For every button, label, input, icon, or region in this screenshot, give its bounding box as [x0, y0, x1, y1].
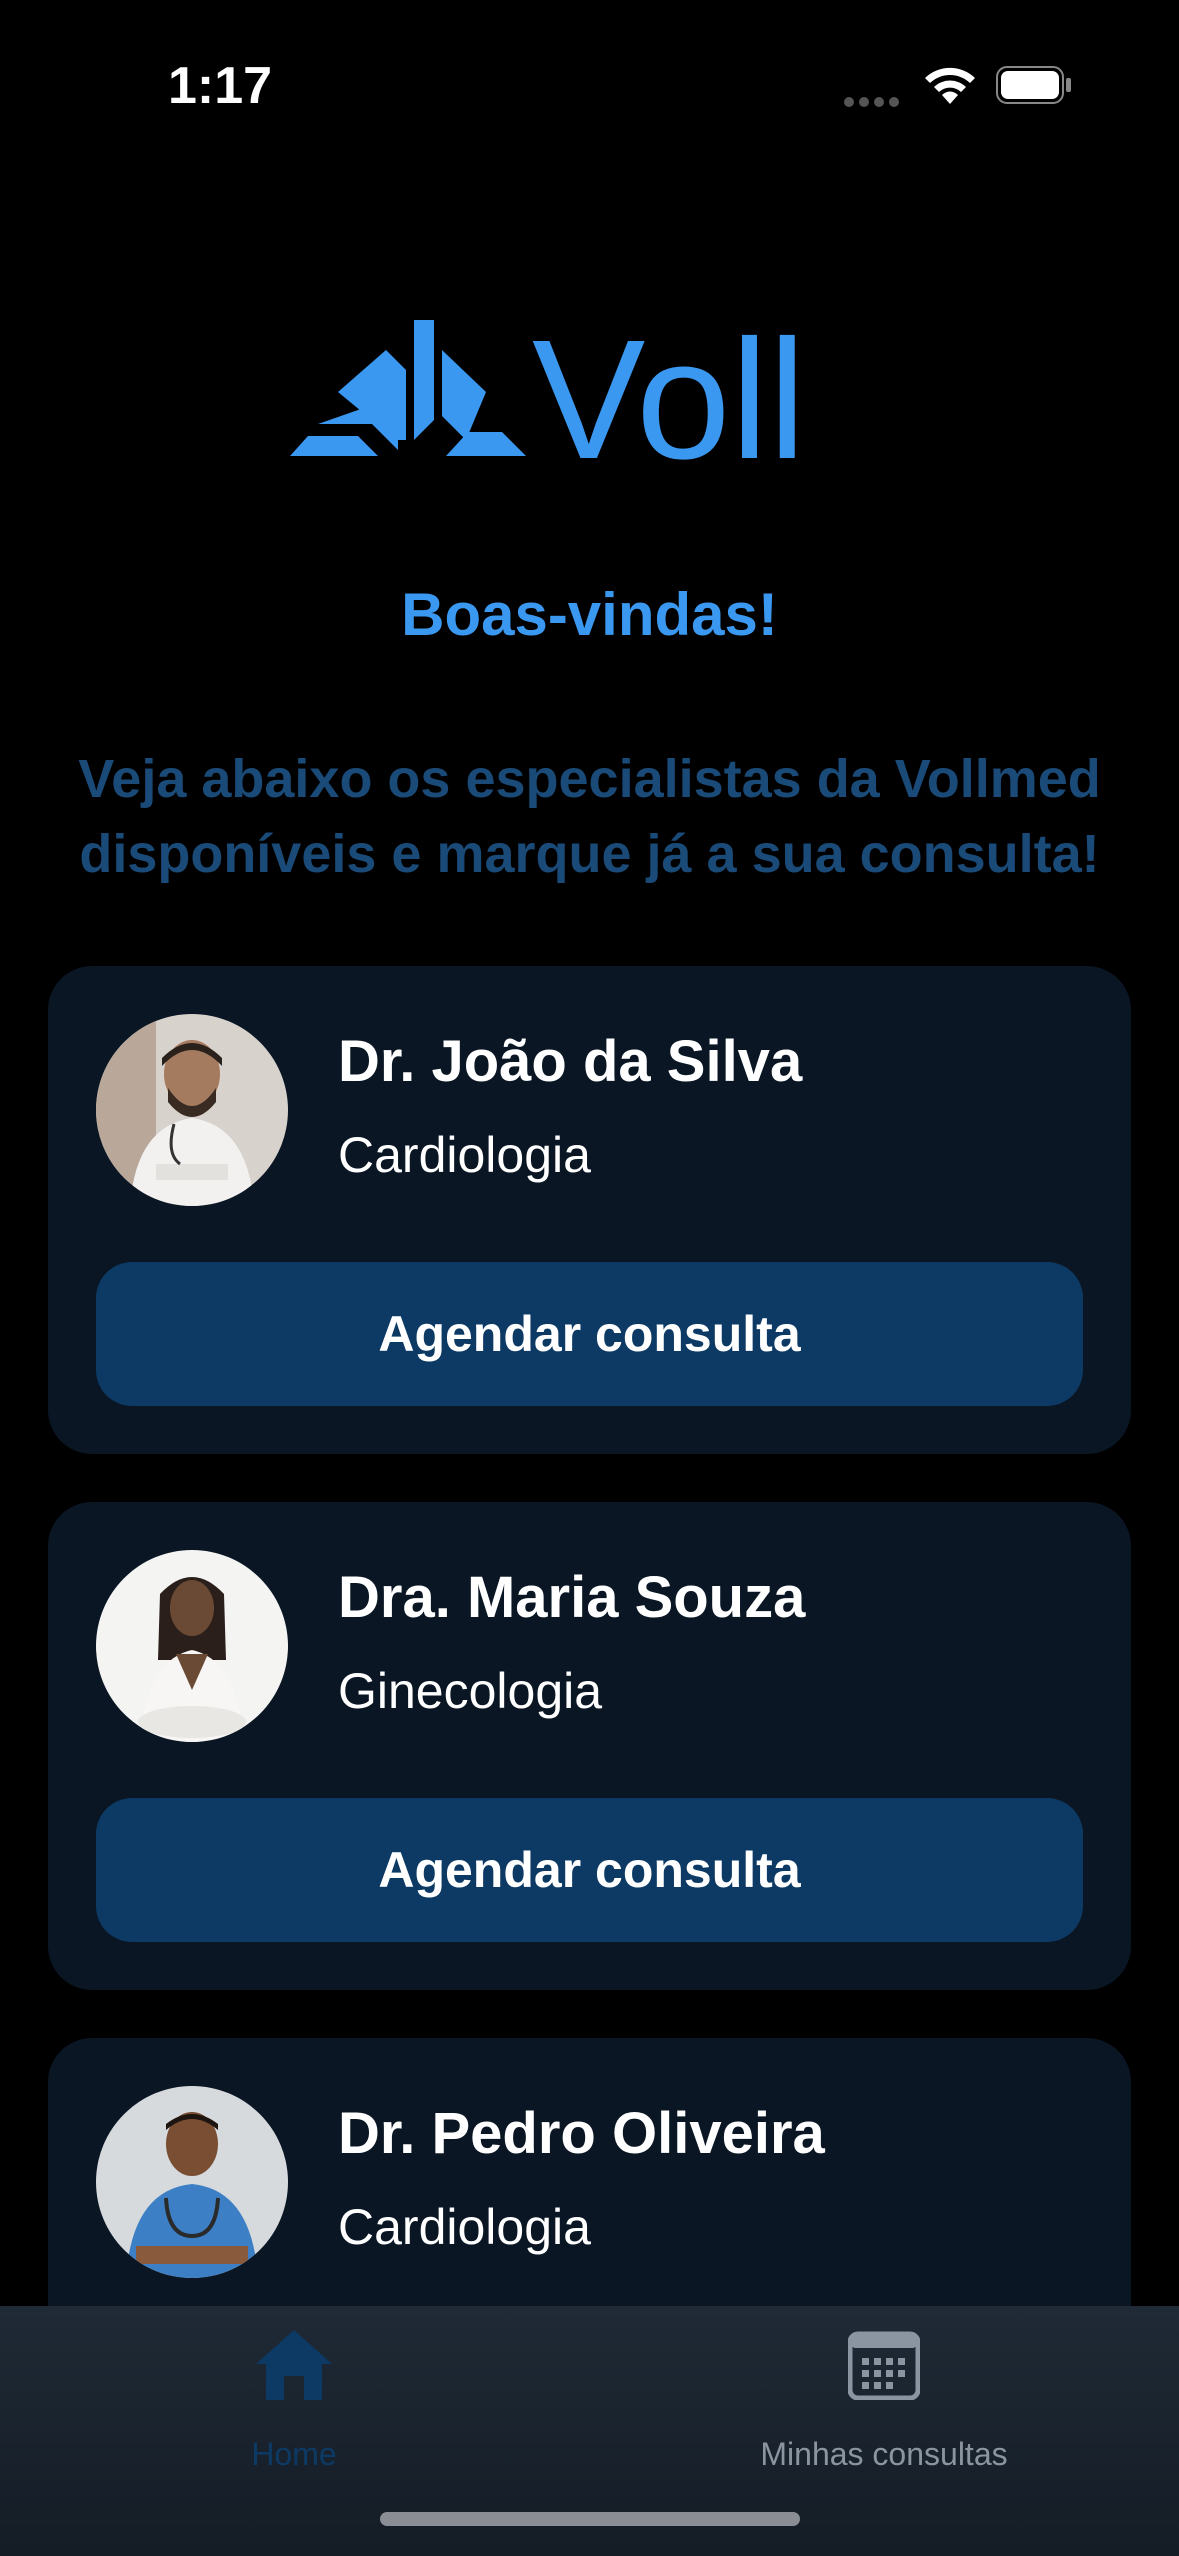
- doctor-name: Dra. Maria Souza: [338, 1565, 806, 1630]
- intro-line-1: Veja abaixo os especialistas da Vollmed: [78, 749, 1101, 809]
- status-bar: 1:17: [0, 0, 1179, 170]
- schedule-appointment-button[interactable]: Agendar consulta: [96, 1798, 1083, 1942]
- doctor-name: Dr. Pedro Oliveira: [338, 2101, 825, 2166]
- doctor-avatar: [96, 1550, 288, 1742]
- home-indicator[interactable]: [380, 2512, 800, 2526]
- tab-home[interactable]: Home: [94, 2306, 494, 2506]
- intro-text: Veja abaixo os especialistas da Vollmed …: [40, 742, 1139, 892]
- home-icon: [256, 2330, 332, 2400]
- battery-icon: [996, 66, 1071, 104]
- cellular-signal-icon: [844, 94, 904, 112]
- doctor-name: Dr. João da Silva: [338, 1029, 803, 1094]
- doctor-specialty: Cardiologia: [338, 2199, 591, 2255]
- welcome-heading: Boas-vindas!: [401, 581, 778, 648]
- doctor-specialty: Cardiologia: [338, 1127, 591, 1183]
- doctor-avatar: [96, 1014, 288, 1206]
- doctor-avatar: [96, 2086, 288, 2278]
- status-time: 1:17: [168, 57, 273, 115]
- doctor-card: Dra. Maria Souza Ginecologia Agendar con…: [48, 1502, 1131, 1990]
- wifi-icon: [925, 67, 975, 104]
- voll-logo: Voll: [290, 305, 806, 480]
- calendar-icon: [848, 2331, 920, 2400]
- doctor-card: Dr. João da Silva Cardiologia Agendar co…: [48, 966, 1131, 1454]
- tab-label: Minhas consultas: [760, 2436, 1008, 2472]
- svg-text:Voll: Voll: [532, 305, 806, 480]
- intro-line-2: disponíveis e marque já a sua consulta!: [79, 824, 1100, 884]
- doctor-specialty: Ginecologia: [338, 1663, 603, 1719]
- tab-my-appointments[interactable]: Minhas consultas: [684, 2306, 1084, 2506]
- tab-label: Home: [251, 2436, 337, 2472]
- schedule-appointment-button[interactable]: Agendar consulta: [96, 1262, 1083, 1406]
